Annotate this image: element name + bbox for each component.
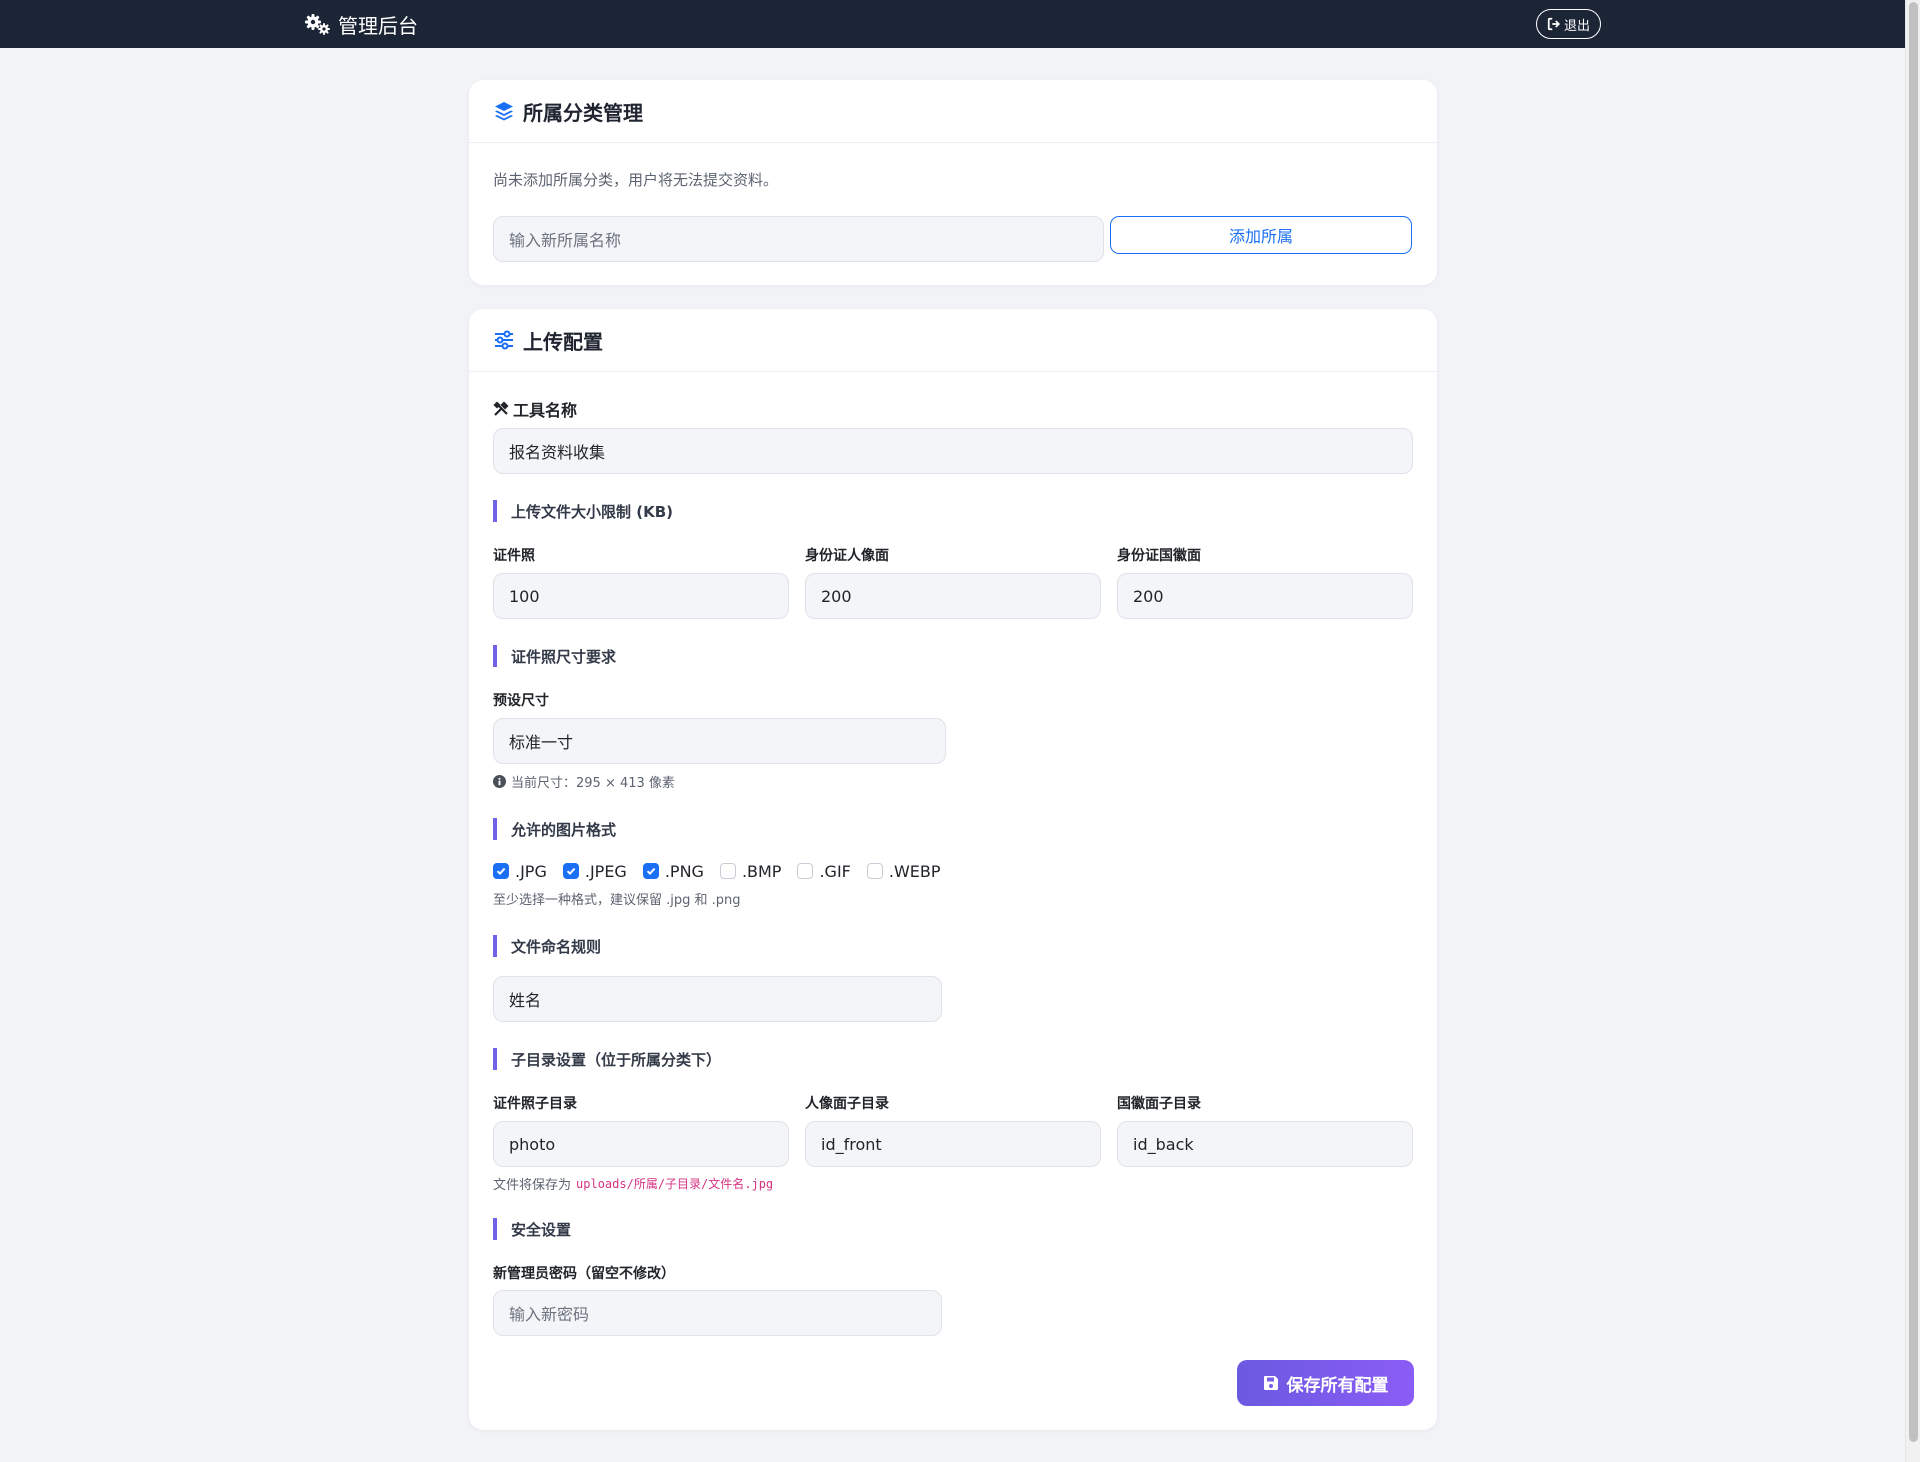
sliders-icon — [495, 330, 513, 350]
security-section-title: 安全设置 — [493, 1218, 571, 1240]
info-circle-icon — [493, 775, 506, 788]
format-webp-checkbox[interactable] — [866, 863, 883, 879]
gears-icon — [305, 14, 330, 35]
save-all-button[interactable]: 保存所有配置 — [1237, 1360, 1414, 1406]
preset-size-label: 预设尺寸 — [493, 693, 549, 709]
current-size-hint: 当前尺寸：295 × 413 像素 — [493, 772, 675, 791]
add-category-button[interactable]: 添加所属 — [1110, 216, 1412, 254]
photo-size-label: 证件照 — [493, 548, 535, 564]
format-bmp-option[interactable]: .BMP — [719, 861, 782, 881]
format-bmp-label: .BMP — [741, 861, 782, 881]
id-front-subdir-label: 人像面子目录 — [805, 1096, 889, 1112]
upload-card-header: 上传配置 — [469, 309, 1437, 372]
floppy-disk-icon — [1263, 1376, 1278, 1390]
format-png-label: .PNG — [664, 861, 704, 881]
size-limit-section-title: 上传文件大小限制 (KB) — [493, 500, 673, 522]
page-scrollbar[interactable] — [1905, 0, 1920, 1462]
logout-button[interactable]: 退出 — [1536, 9, 1601, 39]
naming-section-title: 文件命名规则 — [493, 935, 601, 957]
sign-out-icon — [1547, 17, 1561, 31]
id-front-size-label: 身份证人像面 — [805, 548, 889, 564]
check-icon — [496, 867, 506, 876]
format-jpg-option[interactable]: .JPG — [493, 862, 547, 881]
check-icon — [646, 867, 656, 876]
format-checkboxes: .JPG .JPEG .PNG .BMP .GIF .WEBP — [493, 860, 957, 882]
naming-rule-select[interactable]: 姓名 — [493, 976, 942, 1022]
photo-size-section-title: 证件照尺寸要求 — [493, 645, 616, 667]
tools-icon — [493, 401, 509, 416]
format-jpeg-option[interactable]: .JPEG — [562, 861, 627, 881]
id-front-size-input[interactable]: 200 — [805, 573, 1101, 619]
category-card-header: 所属分类管理 — [469, 80, 1437, 143]
id-front-subdir-input[interactable]: id_front — [805, 1121, 1101, 1167]
formats-section-title: 允许的图片格式 — [493, 818, 616, 840]
tool-name-input[interactable]: 报名资料收集 — [493, 428, 1413, 474]
format-jpeg-label: .JPEG — [584, 861, 627, 881]
category-card-title: 所属分类管理 — [523, 100, 643, 125]
brand[interactable]: 管理后台 — [304, 0, 418, 48]
photo-subdir-input[interactable]: photo — [493, 1121, 789, 1167]
save-path-code: uploads/所属/子目录/文件名.jpg — [576, 1177, 774, 1191]
logout-label: 退出 — [1563, 18, 1590, 34]
format-bmp-checkbox[interactable] — [719, 863, 736, 879]
current-size-hint-text: 当前尺寸：295 × 413 像素 — [511, 776, 675, 791]
format-webp-label: .WEBP — [888, 861, 941, 881]
formats-hint: 至少选择一种格式，建议保留 .jpg 和 .png — [493, 893, 741, 908]
preset-size-select[interactable]: 标准一寸 — [493, 718, 946, 764]
id-back-subdir-input[interactable]: id_back — [1117, 1121, 1413, 1167]
brand-title: 管理后台 — [338, 13, 418, 38]
format-png-option[interactable]: .PNG — [642, 861, 704, 881]
tool-name-label-text: 工具名称 — [513, 401, 578, 420]
scrollbar-thumb[interactable] — [1909, 2, 1918, 1442]
format-gif-option[interactable]: .GIF — [797, 861, 851, 881]
format-webp-option[interactable]: .WEBP — [866, 861, 941, 881]
save-all-label: 保存所有配置 — [1286, 1375, 1389, 1396]
id-back-subdir-label: 国徽面子目录 — [1117, 1096, 1201, 1112]
format-png-checkbox[interactable] — [642, 863, 659, 879]
category-card: 所属分类管理 尚未添加所属分类，用户将无法提交资料。 输入新所属名称 添加所属 — [469, 80, 1437, 285]
id-back-size-input[interactable]: 200 — [1117, 573, 1413, 619]
check-icon — [566, 867, 576, 876]
password-label: 新管理员密码（留空不修改） — [493, 1266, 675, 1282]
save-path-prefix: 文件将保存为 — [493, 1178, 572, 1193]
photo-size-input[interactable]: 100 — [493, 573, 789, 619]
photo-subdir-label: 证件照子目录 — [493, 1096, 577, 1112]
upload-card-title: 上传配置 — [523, 329, 603, 354]
upload-config-card: 上传配置 工具名称 报名资料收集 上传文件大小限制 (KB) 证件照 身份证人像… — [469, 309, 1437, 1430]
id-back-size-label: 身份证国徽面 — [1117, 548, 1201, 564]
format-jpeg-checkbox[interactable] — [562, 863, 579, 879]
format-jpg-label: .JPG — [515, 861, 547, 881]
layers-icon — [495, 102, 513, 121]
tool-name-label: 工具名称 — [493, 397, 577, 421]
subdir-section-title: 子目录设置（位于所属分类下） — [493, 1048, 721, 1070]
format-gif-label: .GIF — [819, 861, 851, 881]
empty-category-notice: 尚未添加所属分类，用户将无法提交资料。 — [493, 171, 779, 189]
top-navbar: 管理后台 退出 — [0, 0, 1905, 48]
new-category-input[interactable]: 输入新所属名称 — [493, 216, 1104, 262]
format-jpg-checkbox[interactable] — [493, 863, 509, 879]
save-path-hint: 文件将保存为 uploads/所属/子目录/文件名.jpg — [493, 1174, 773, 1193]
new-password-input[interactable]: 输入新密码 — [493, 1290, 942, 1336]
format-gif-checkbox[interactable] — [797, 863, 814, 879]
